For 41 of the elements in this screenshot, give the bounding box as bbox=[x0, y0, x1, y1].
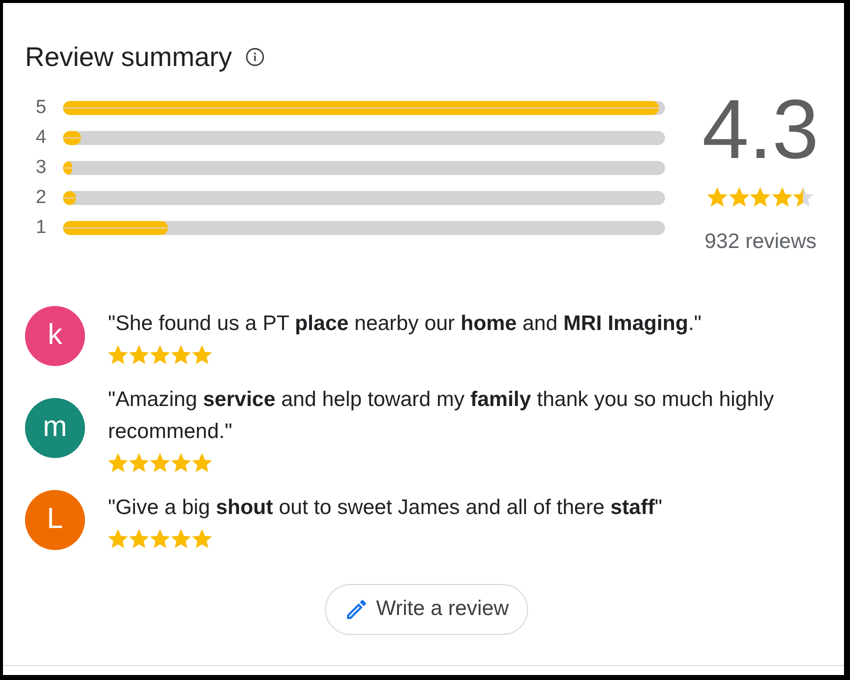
star-icon bbox=[728, 187, 750, 207]
star-icon bbox=[171, 344, 191, 364]
star-icon bbox=[108, 528, 128, 548]
star-icon bbox=[150, 528, 170, 548]
info-icon[interactable] bbox=[246, 48, 264, 66]
user-avatar: m bbox=[25, 398, 85, 458]
star-icon bbox=[150, 452, 170, 472]
star-icon bbox=[150, 344, 170, 364]
star-icon bbox=[192, 452, 212, 472]
average-rating: 4.3 bbox=[702, 87, 819, 171]
review-quote: "Give a big shout out to sweet James and all of there staff" bbox=[108, 494, 662, 521]
star-icon bbox=[192, 528, 212, 548]
star-level-label: 4 bbox=[34, 127, 48, 149]
section-title: Review summary bbox=[25, 41, 232, 73]
user-avatar: L bbox=[25, 490, 85, 550]
star-icon bbox=[707, 187, 728, 207]
star-level-label: 3 bbox=[34, 157, 48, 179]
star-icon bbox=[750, 187, 771, 207]
star-level-label: 5 bbox=[34, 97, 48, 119]
pencil-icon bbox=[347, 600, 366, 619]
star-icon bbox=[772, 187, 792, 207]
review-quote: "Amazing service and help toward my family thank you so much highly recommend." bbox=[108, 386, 775, 445]
rating-bar-track[interactable] bbox=[63, 221, 665, 235]
star-icon bbox=[129, 452, 149, 472]
star-icon bbox=[171, 528, 191, 548]
user-avatar: k bbox=[25, 306, 85, 366]
star-icon bbox=[793, 187, 814, 207]
star-level-label: 1 bbox=[34, 217, 48, 239]
rating-bar-track[interactable] bbox=[63, 161, 665, 175]
rating-bar-track[interactable] bbox=[63, 191, 665, 205]
star-icon bbox=[108, 344, 128, 364]
star-icon bbox=[171, 452, 191, 472]
star-icon bbox=[108, 452, 128, 472]
review-quote: "She found us a PT place nearby our home and MRI Imaging." bbox=[108, 310, 702, 337]
star-icon bbox=[129, 528, 149, 548]
write-review-button[interactable]: Write a review bbox=[325, 584, 528, 635]
star-level-label: 2 bbox=[34, 187, 48, 209]
star-icon bbox=[192, 344, 212, 364]
star-icon bbox=[129, 344, 149, 364]
review-count[interactable]: 932 reviews bbox=[704, 230, 817, 254]
rating-bar-track[interactable] bbox=[63, 131, 665, 145]
